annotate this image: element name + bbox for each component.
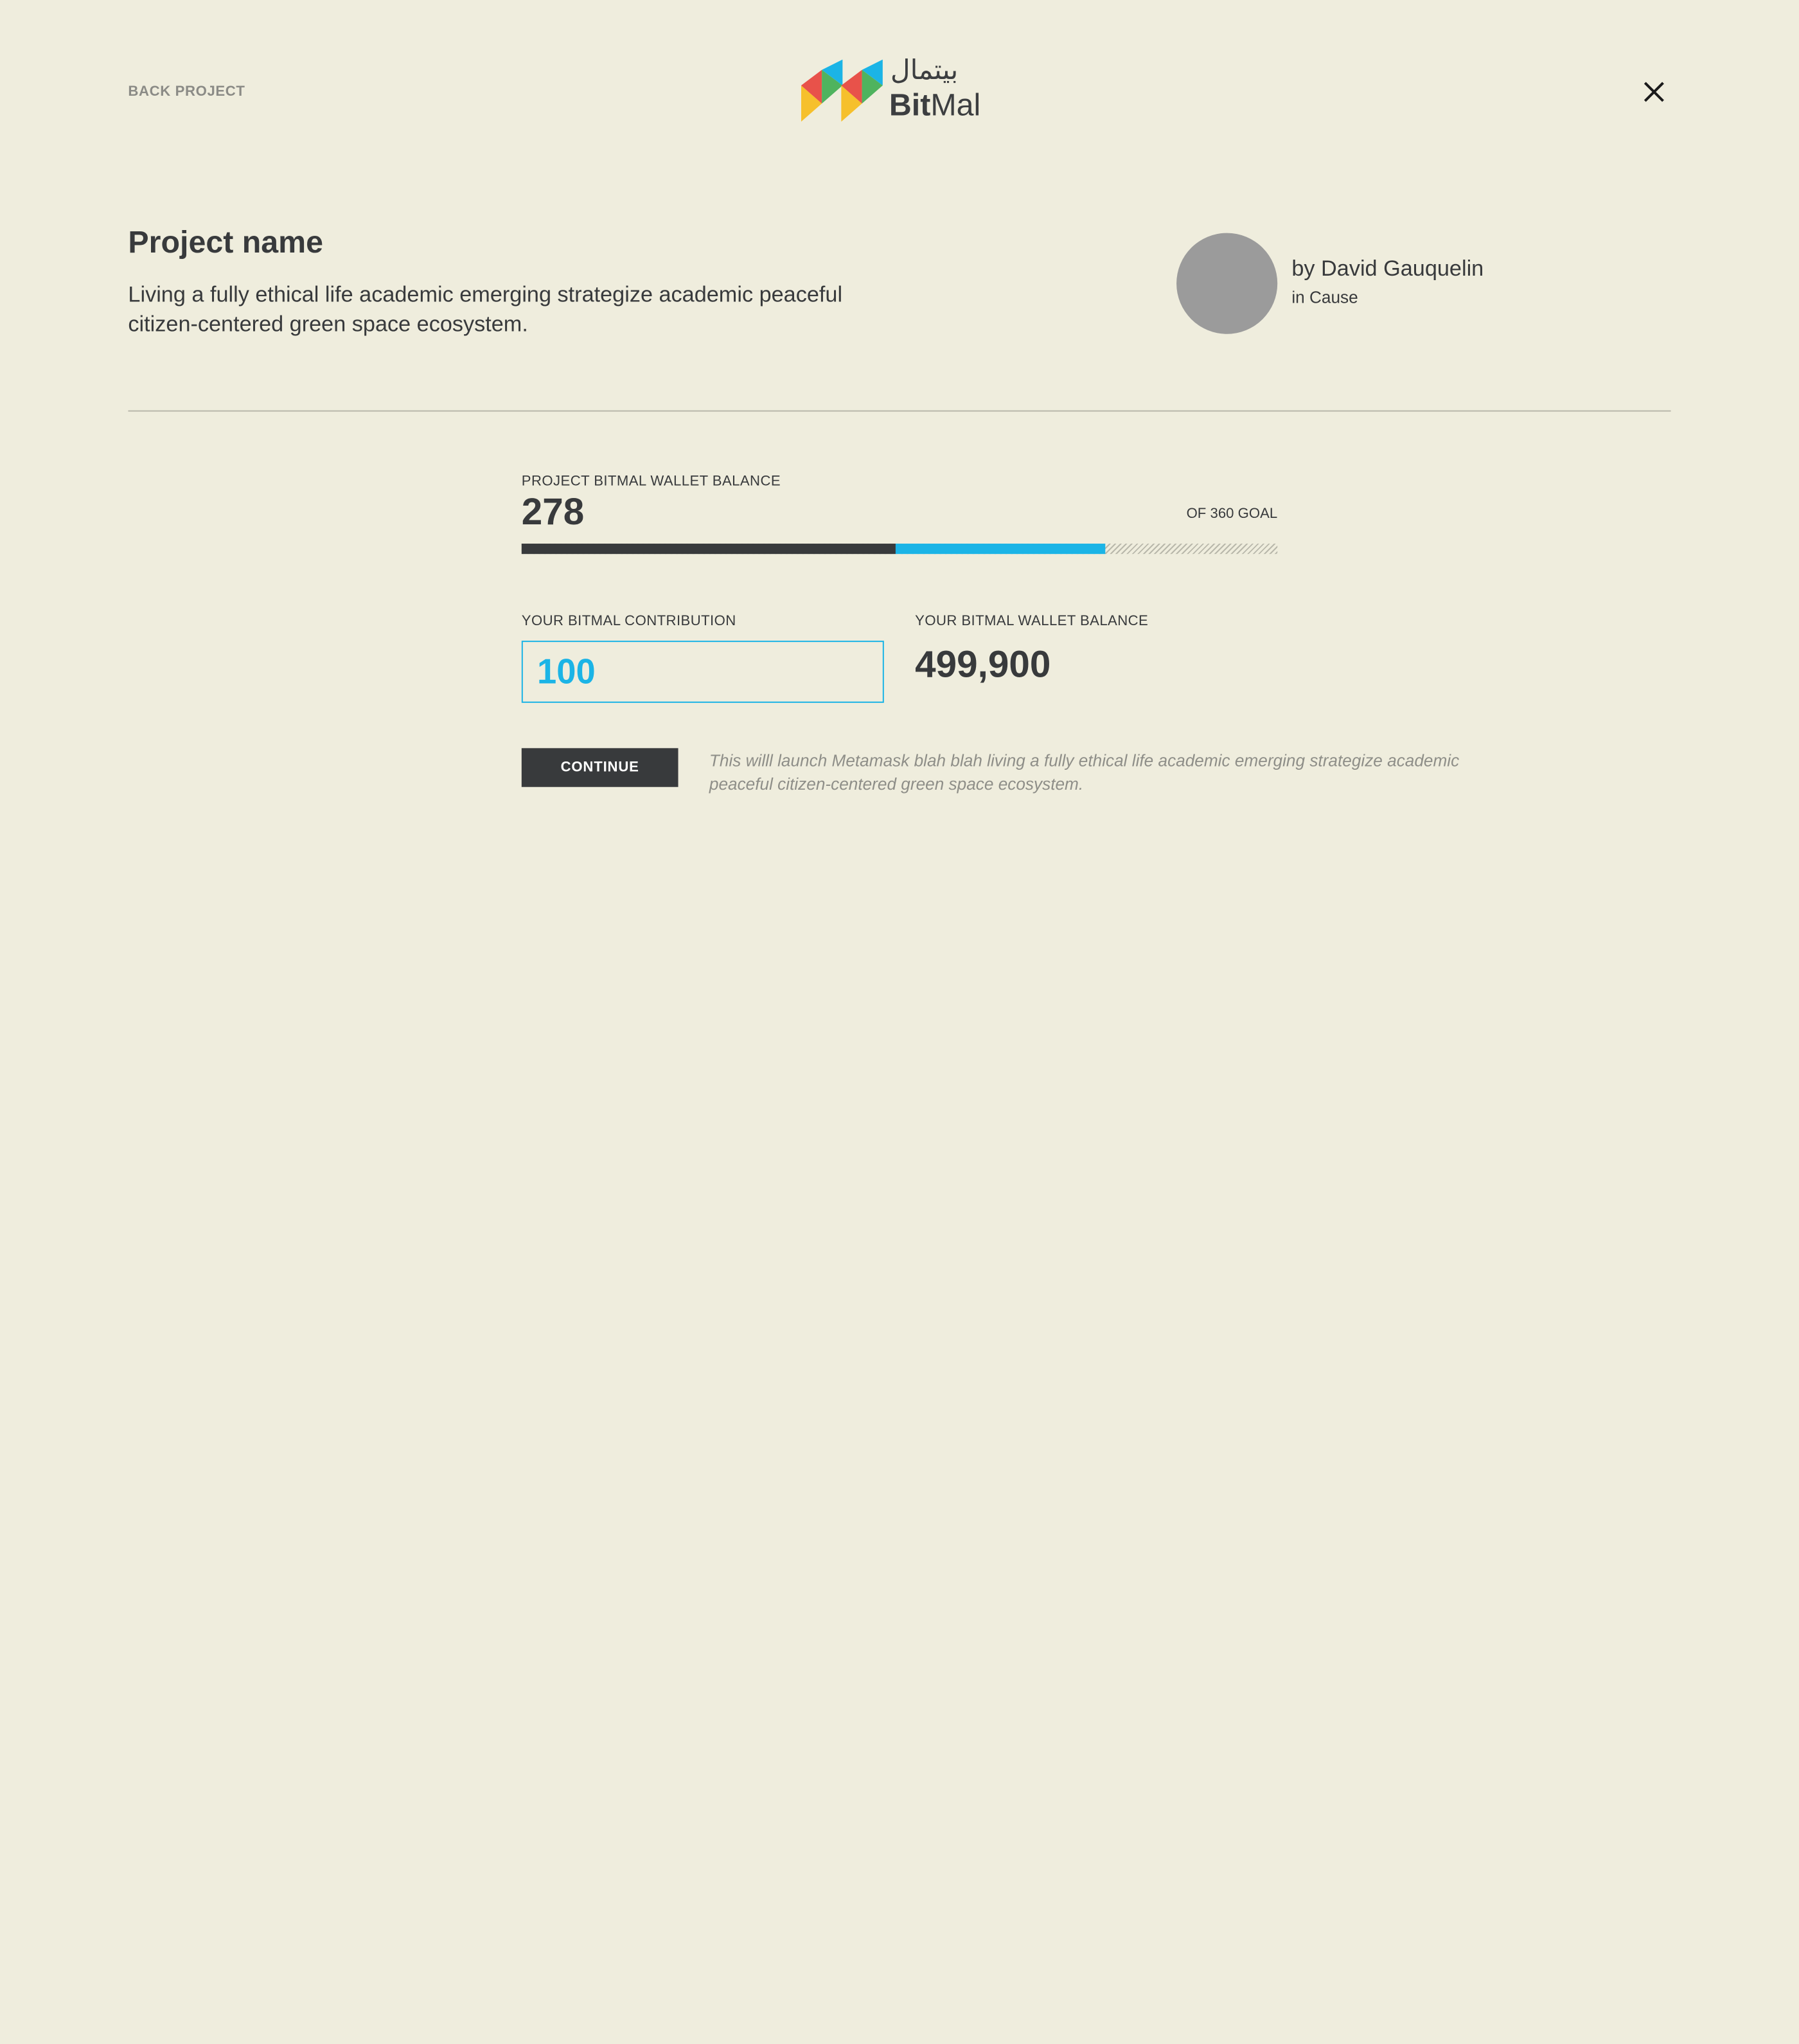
project-description: Living a fully ethical life academic eme…	[128, 282, 843, 337]
project-balance-label: PROJECT BITMAL WALLET BALANCE	[521, 474, 781, 490]
project-balance-value: 278	[521, 492, 585, 533]
author-name: by David Gauquelin	[1291, 256, 1484, 281]
contribution-input[interactable]	[521, 641, 884, 703]
logo-wordmark: BitMal	[889, 88, 980, 124]
section-divider	[128, 410, 1671, 412]
wallet-balance-label: YOUR BITMAL WALLET BALANCE	[915, 613, 1149, 629]
progress-current-segment	[521, 544, 896, 555]
close-button[interactable]	[1638, 76, 1669, 107]
close-icon	[1644, 82, 1664, 102]
project-title: Project name	[128, 225, 324, 260]
author-avatar	[1176, 233, 1278, 334]
logo-arabic-text: بيتمال	[890, 54, 959, 85]
funding-progress-bar	[521, 544, 1278, 555]
contribution-label: YOUR BITMAL CONTRIBUTION	[521, 613, 736, 629]
continue-button[interactable]: CONTINUE	[521, 748, 678, 787]
logo-mark-icon	[801, 59, 883, 122]
page: BACK PROJECT بيتمال BitMal Project name …	[0, 0, 1799, 2044]
logo-wordmark-regular: Mal	[930, 87, 981, 123]
logo-wordmark-bold: Bit	[889, 87, 931, 123]
goal-text: OF 360 GOAL	[1186, 506, 1278, 522]
progress-contribution-segment	[895, 544, 1106, 555]
project-category: in Cause	[1291, 287, 1358, 307]
bitmal-logo: بيتمال BitMal	[801, 54, 1002, 127]
wallet-balance-value: 499,900	[915, 644, 1051, 686]
back-project-link[interactable]: BACK PROJECT	[128, 84, 245, 100]
metamask-hint: This willl launch Metamask blah blah liv…	[709, 751, 1460, 794]
